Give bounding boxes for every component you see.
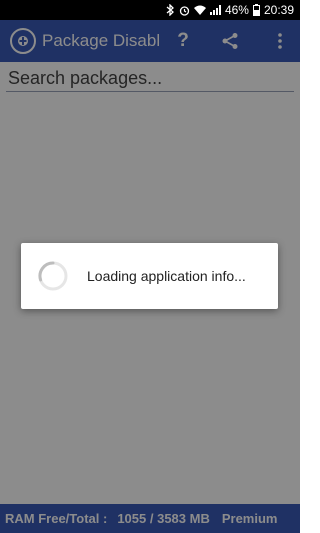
alarm-icon: [179, 5, 190, 16]
battery-percent: 46%: [224, 3, 249, 17]
status-bar: 46% 20:39: [0, 0, 300, 20]
signal-icon: [209, 5, 221, 15]
clock: 20:39: [263, 3, 294, 17]
progress-spinner-icon: [37, 260, 69, 292]
battery-icon: [252, 4, 260, 16]
bluetooth-icon: [166, 4, 175, 16]
loading-message: Loading application info...: [87, 268, 246, 284]
wifi-icon: [193, 5, 206, 15]
loading-dialog: Loading application info...: [21, 243, 278, 309]
